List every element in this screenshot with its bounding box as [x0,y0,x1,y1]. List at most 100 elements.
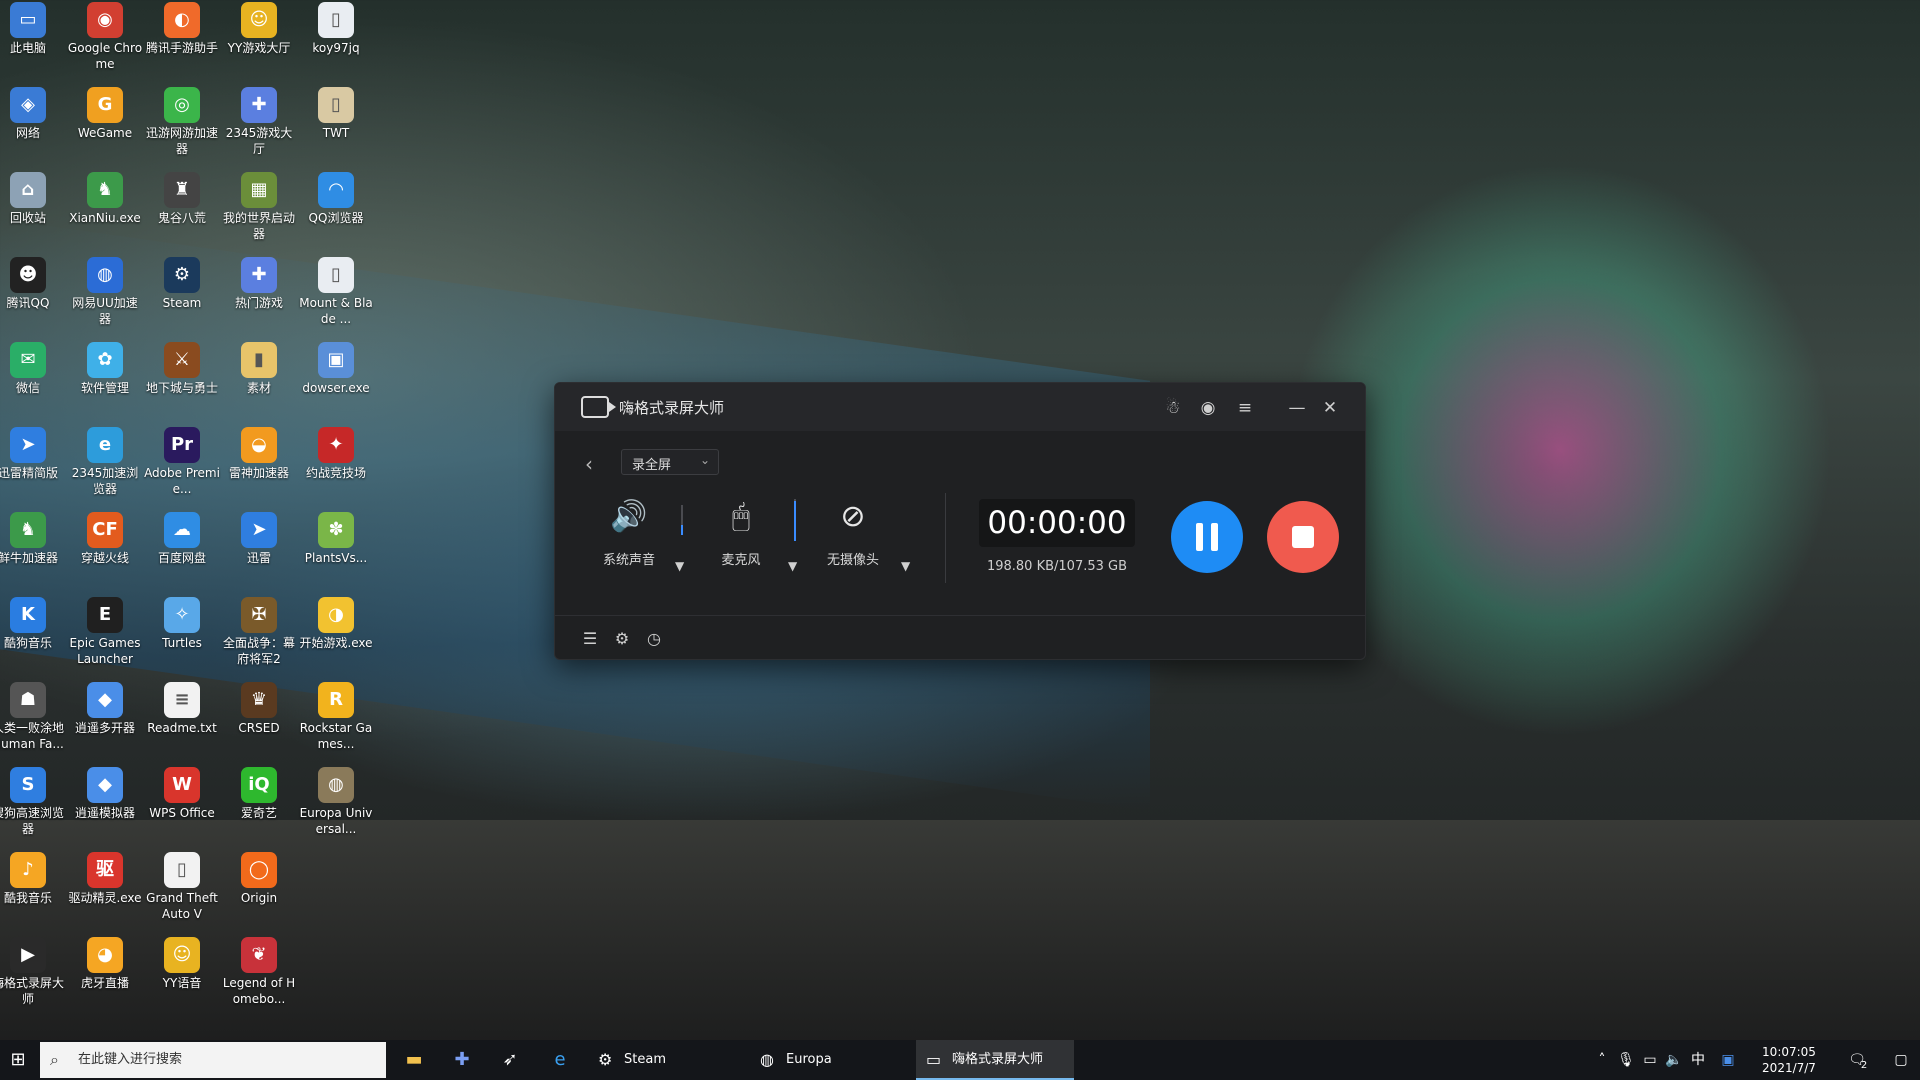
desktop-icon[interactable]: ◐ 腾讯手游助手 [144,2,220,56]
desktop-icon[interactable]: ☁ 百度网盘 [144,512,220,566]
show-desktop-icon[interactable]: ▢ [1886,1040,1916,1080]
desktop-icon[interactable]: S搜狗高速浏览器 [0,767,66,837]
desktop-icon[interactable]: ◈ 网络 [0,87,66,141]
camera-toggle[interactable]: ⊘ 无摄像头 [813,495,893,568]
close-button[interactable]: ✕ [1317,395,1343,421]
minimize-button[interactable]: — [1284,395,1310,421]
microphone-volume-slider[interactable] [794,499,796,541]
file-explorer-icon[interactable]: ▬ [392,1040,436,1080]
desktop-icon-label: Turtles [162,636,202,650]
desktop-icon[interactable]: ♞ 鲜牛加速器 [0,512,66,566]
stop-button[interactable] [1267,501,1339,573]
desktop-icon[interactable]: ▯ Grand Theft Auto V [144,852,220,922]
system-audio-volume-slider[interactable] [681,505,683,535]
desktop-icon[interactable]: CF 穿越火线 [67,512,143,566]
system-audio-toggle[interactable]: 🔊 系统声音 [589,495,669,568]
desktop-icon[interactable]: iQ 爱奇艺 [221,767,297,821]
network-icon[interactable]: ▭ [1638,1040,1662,1080]
desktop-icon[interactable]: ▯ Mount & Blade ... [298,257,374,327]
desktop-icon[interactable]: ⌂ 回收站 [0,172,66,226]
desktop-icon[interactable]: ♜ 鬼谷八荒 [144,172,220,226]
user-avatar-icon[interactable]: ☃ [1160,395,1186,421]
desktop-icon[interactable]: G WeGame [67,87,143,141]
desktop-icon[interactable]: ▮ 素材 [221,342,297,396]
desktop-icon[interactable]: ☗人类一败涂地 Human Fa... [0,682,66,752]
desktop-icon[interactable]: ≡ Readme.txt [144,682,220,736]
desktop-icon[interactable]: ☺ YY游戏大厅 [221,2,297,56]
desktop-icon[interactable]: ◎ 迅游网游加速器 [144,87,220,157]
desktop-icon[interactable]: ◍ 网易UU加速器 [67,257,143,327]
taskbar-search-input[interactable]: ⌕ 在此键入进行搜索 [40,1042,386,1078]
desktop-icon[interactable]: ✠ 全面战争：幕府将军2 [221,597,297,667]
volume-icon[interactable]: 🔈 [1662,1040,1686,1080]
desktop-icon[interactable]: R Rockstar Games... [298,682,374,752]
menu-icon[interactable]: ≡ [1232,395,1258,421]
desktop-icon[interactable]: ♛ CRSED [221,682,297,736]
desktop-icon[interactable]: K 酷狗音乐 [0,597,66,651]
schedule-clock-icon[interactable]: ◷ [643,628,665,650]
desktop-icon[interactable]: ◠ QQ浏览器 [298,172,374,226]
desktop-icon[interactable]: ➤ 迅雷精简版 [0,427,66,481]
desktop-icon[interactable]: 驱驱动精灵.exe [67,852,143,906]
desktop-icon[interactable]: ◆ 逍遥多开器 [67,682,143,736]
desktop-icon[interactable]: e 2345加速浏览器 [67,427,143,497]
desktop-icon[interactable]: ☺ YY语音 [144,937,220,991]
desktop-icon[interactable]: ◍ Europa Universal... [298,767,374,837]
ime-indicator[interactable]: 中 [1686,1040,1710,1080]
desktop-icon[interactable]: Pr Adobe Premie... [144,427,220,497]
camera-dropdown-icon[interactable]: ▼ [901,559,910,573]
desktop-icon[interactable]: ◆ 逍遥模拟器 [67,767,143,821]
desktop-icon[interactable]: ◕ 虎牙直播 [67,937,143,991]
desktop-icon[interactable]: ♪ 酷我音乐 [0,852,66,906]
desktop-icon[interactable]: ❦ Legend of Homebo... [221,937,297,1007]
taskbar-item-europa[interactable]: ◍ Europa Universali... [750,1040,910,1080]
desktop-icon[interactable]: ▯ koy97jq [298,2,374,56]
desktop-icon[interactable]: ▦ 我的世界启动器 [221,172,297,242]
desktop-icon[interactable]: ◉ Google Chrome [67,2,143,72]
back-arrow-icon[interactable]: ‹ [585,452,593,476]
desktop-icon[interactable]: ✚ 热门游戏 [221,257,297,311]
desktop-icon[interactable]: ⚔ 地下城与勇士 [144,342,220,396]
windows-start-icon[interactable]: ⊞ [0,1040,36,1080]
desktop-icon[interactable]: ✧ Turtles [144,597,220,651]
desktop-icon[interactable]: ◑ 开始游戏.exe [298,597,374,651]
pause-button[interactable] [1171,501,1243,573]
crossfire-icon: CF [87,512,123,548]
taskbar-clock[interactable]: 10:07:05 2021/7/7 [1746,1044,1832,1076]
desktop-icon[interactable]: ✽ PlantsVs... [298,512,374,566]
desktop-icon[interactable]: ✦ 约战竞技场 [298,427,374,481]
desktop-icon[interactable]: ◯ Origin [221,852,297,906]
record-mode-select[interactable]: 录全屏 ⌄ [621,449,719,475]
desktop-icon[interactable]: E Epic Games Launcher [67,597,143,667]
settings-icon[interactable]: ⚙ [611,628,633,650]
desktop-icon[interactable]: ▶嗨格式录屏大师 [0,937,66,1007]
microphone-dropdown-icon[interactable]: ▼ [788,559,797,573]
microphone-toggle[interactable]: 🖱 麦克风 [701,495,781,568]
desktop-icon[interactable]: ▯ TWT [298,87,374,141]
recorder-titlebar[interactable]: 嗨格式录屏大师 ☃ ◉ ≡ — ✕ [555,383,1365,431]
desktop-icon-label: 酷狗音乐 [3,636,52,650]
desktop-icon[interactable]: W WPS Office [144,767,220,821]
desktop-icon[interactable]: ✿ 软件管理 [67,342,143,396]
microphone-icon[interactable]: 🎙 [1614,1040,1638,1080]
desktop-icon[interactable]: ◒ 雷神加速器 [221,427,297,481]
browser-taskbar-icon[interactable]: e [538,1040,582,1080]
desktop-icon[interactable]: ✚ 2345游戏大厅 [221,87,297,157]
ime-app-icon[interactable]: ▣ [1716,1040,1740,1080]
thunder-icon: ➤ [10,427,46,463]
system-audio-dropdown-icon[interactable]: ▼ [675,559,684,573]
desktop-icon[interactable]: ☻ 腾讯QQ [0,257,66,311]
support-icon[interactable]: ◉ [1195,395,1221,421]
chevron-up-icon[interactable]: ˄ [1590,1040,1614,1080]
desktop-icon[interactable]: ♞ XianNiu.exe [67,172,143,226]
desktop-icon[interactable]: ▭ 此电脑 [0,2,66,56]
list-icon[interactable]: ☰ [579,628,601,650]
taskbar-item-recorder[interactable]: ▭ 嗨格式录屏大师 [916,1040,1074,1080]
desktop-icon[interactable]: ▣ dowser.exe [298,342,374,396]
desktop-icon[interactable]: ⚙ Steam [144,257,220,311]
desktop-icon[interactable]: ➤ 迅雷 [221,512,297,566]
gamepad-taskbar-icon[interactable]: ✚ [440,1040,484,1080]
arrow-app-icon[interactable]: ➶ [488,1040,532,1080]
desktop-icon[interactable]: ✉ 微信 [0,342,66,396]
taskbar-item-steam[interactable]: ⚙ Steam [588,1040,738,1080]
